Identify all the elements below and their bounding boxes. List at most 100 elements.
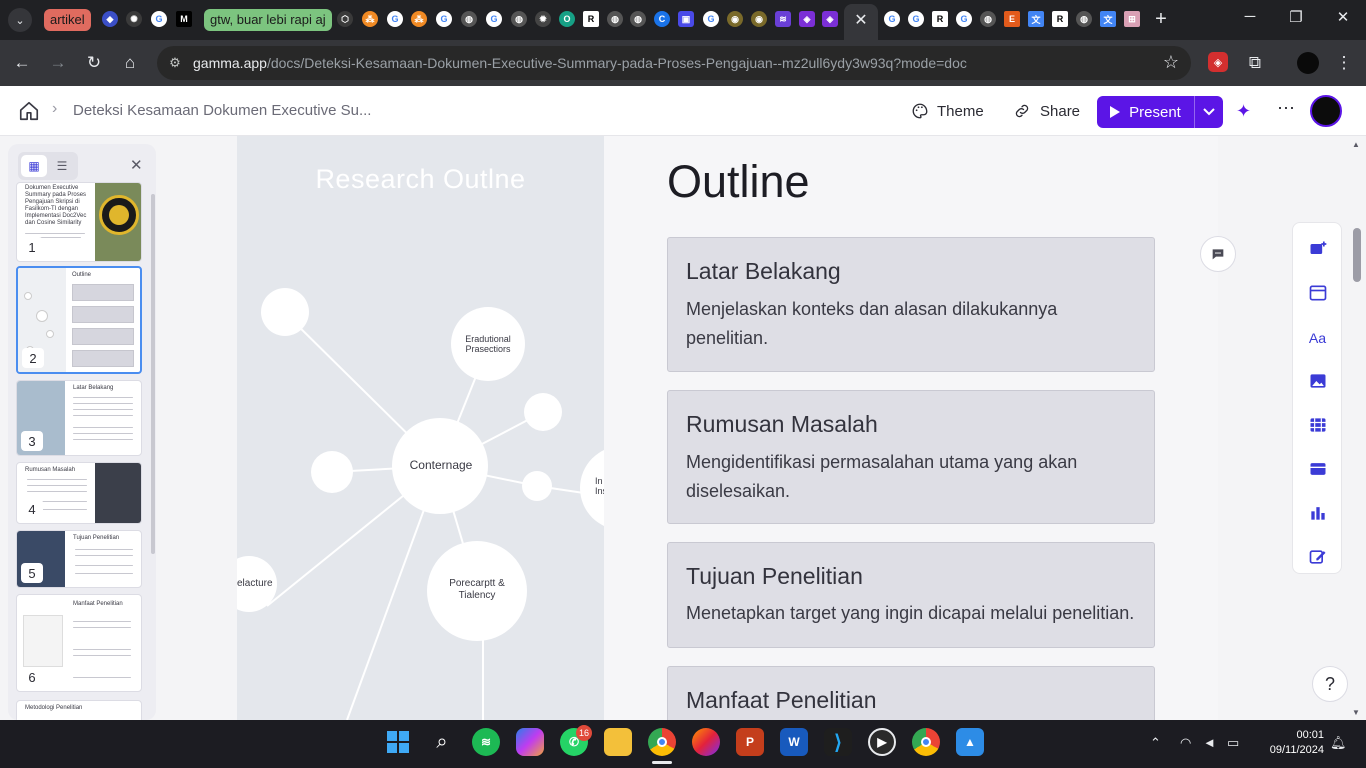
- system-clock[interactable]: 00:01 09/11/2024: [1258, 728, 1324, 758]
- slide-thumb-3[interactable]: Latar Belakang 3: [16, 380, 142, 456]
- outline-item-latar-belakang[interactable]: Latar Belakang Menjelaskan konteks dan a…: [667, 237, 1155, 372]
- vscode-icon[interactable]: ⟩: [824, 728, 852, 756]
- slide-thumb-6[interactable]: Manfaat Penelitian 6: [16, 594, 142, 692]
- tab-group-artikel[interactable]: artikel: [44, 9, 91, 31]
- copilot-icon[interactable]: [516, 728, 544, 756]
- google-favicon[interactable]: G: [908, 11, 924, 27]
- tab-favicon[interactable]: ✹: [535, 11, 551, 27]
- volume-icon[interactable]: ◄: [1203, 735, 1216, 750]
- google-favicon[interactable]: G: [703, 11, 719, 27]
- user-avatar[interactable]: [1310, 95, 1342, 127]
- doc-title[interactable]: Deteksi Kesamaan Dokumen Executive Su...: [73, 102, 371, 119]
- outline-item-tujuan-penelitian[interactable]: Tujuan Penelitian Menetapkan target yang…: [667, 542, 1155, 648]
- outline-item-title[interactable]: Manfaat Penelitian: [686, 687, 877, 714]
- tab-favicon[interactable]: ◉: [727, 11, 743, 27]
- media-player-icon[interactable]: ▶: [868, 728, 896, 756]
- slide-thumb-4[interactable]: Rumusan Masalah 4: [16, 462, 142, 524]
- home-icon[interactable]: ⌂: [119, 52, 141, 74]
- globe-favicon[interactable]: ◍: [461, 11, 477, 27]
- tab-favicon[interactable]: ⁂: [411, 11, 427, 27]
- tab-favicon[interactable]: E: [1004, 11, 1020, 27]
- outline-item-title[interactable]: Rumusan Masalah: [686, 411, 878, 438]
- outline-item-description[interactable]: Menetapkan target yang ingin dicapai mel…: [686, 599, 1141, 628]
- chart-icon[interactable]: [1308, 503, 1328, 523]
- slide-thumb-1[interactable]: Dokumen Executive Summary pada Proses Pe…: [16, 182, 142, 262]
- present-options-chevron-icon[interactable]: [1194, 96, 1223, 128]
- outline-item-rumusan-masalah[interactable]: Rumusan Masalah Mengidentifikasi permasa…: [667, 390, 1155, 524]
- globe-favicon[interactable]: ◍: [630, 11, 646, 27]
- outline-item-description[interactable]: Mengidentifikasi permasalahan utama yang…: [686, 448, 1141, 506]
- present-button[interactable]: Present: [1097, 96, 1223, 128]
- researchgate-favicon[interactable]: R: [583, 11, 599, 27]
- restore-icon[interactable]: ❐: [1286, 8, 1306, 26]
- page-scroll-thumb[interactable]: [1353, 228, 1361, 282]
- edit-form-icon[interactable]: [1308, 547, 1328, 567]
- tab-favicon[interactable]: ⁂: [362, 11, 378, 27]
- chrome-profile-icon[interactable]: [912, 728, 940, 756]
- tab-favicon[interactable]: O: [559, 11, 575, 27]
- google-favicon[interactable]: G: [956, 11, 972, 27]
- close-sidebar-icon[interactable]: ✕: [130, 156, 143, 174]
- minimize-icon[interactable]: ─: [1240, 8, 1260, 25]
- comment-button[interactable]: [1200, 236, 1236, 272]
- home-icon[interactable]: [18, 100, 40, 122]
- new-tab-icon[interactable]: +: [1150, 8, 1172, 31]
- gamma-favicon[interactable]: ◈: [822, 11, 838, 27]
- extension-icon[interactable]: ◈: [1208, 52, 1228, 72]
- researchgate-favicon[interactable]: R: [932, 11, 948, 27]
- more-options-icon[interactable]: ⋯: [1276, 98, 1296, 119]
- slide-thumb-7[interactable]: Metodologi Penelitian: [16, 700, 142, 720]
- search-icon[interactable]: ⌕: [428, 728, 456, 756]
- tab-favicon[interactable]: ⊞: [1124, 11, 1140, 27]
- tab-favicon[interactable]: ≋: [775, 11, 791, 27]
- file-explorer-icon[interactable]: [604, 728, 632, 756]
- layout-icon[interactable]: [1308, 283, 1328, 303]
- slide-thumb-2[interactable]: Outline 2: [16, 266, 142, 374]
- forward-icon[interactable]: →: [47, 52, 69, 74]
- close-tab-icon[interactable]: ✕: [852, 10, 870, 30]
- tab-favicon[interactable]: C: [654, 11, 670, 27]
- tab-favicon[interactable]: ◉: [751, 11, 767, 27]
- theme-button[interactable]: Theme: [911, 100, 984, 122]
- chrome-icon[interactable]: [648, 728, 676, 756]
- list-view-icon[interactable]: ☰: [49, 155, 75, 177]
- embed-icon[interactable]: [1308, 459, 1328, 479]
- spotify-icon[interactable]: ≋: [472, 728, 500, 756]
- tab-favicon[interactable]: ⬡: [337, 11, 353, 27]
- add-card-icon[interactable]: [1308, 239, 1328, 259]
- extensions-puzzle-icon[interactable]: ⧉: [1244, 52, 1266, 74]
- help-button[interactable]: ?: [1312, 666, 1348, 702]
- outline-heading[interactable]: Outline: [667, 156, 810, 208]
- translate-favicon[interactable]: 文: [1028, 11, 1044, 27]
- translate-favicon[interactable]: 文: [1100, 11, 1116, 27]
- photos-icon[interactable]: ▲: [956, 728, 984, 756]
- sidebar-scrollbar[interactable]: [151, 194, 155, 554]
- page-scrollbar[interactable]: ▲ ▼: [1350, 140, 1362, 720]
- google-favicon[interactable]: G: [436, 11, 452, 27]
- powerpoint-icon[interactable]: P: [736, 728, 764, 756]
- maps-favicon[interactable]: ◆: [102, 11, 118, 27]
- scroll-up-icon[interactable]: ▲: [1352, 140, 1360, 149]
- browser-menu-icon[interactable]: ⋮: [1333, 52, 1355, 74]
- firefox-icon[interactable]: [692, 728, 720, 756]
- outline-item-title[interactable]: Latar Belakang: [686, 258, 841, 285]
- share-button[interactable]: Share: [1012, 100, 1080, 122]
- windows-start-icon[interactable]: [384, 728, 412, 756]
- google-favicon[interactable]: G: [387, 11, 403, 27]
- thumbnail-view-icon[interactable]: ▦: [21, 155, 47, 177]
- tab-favicon[interactable]: ▣: [678, 11, 694, 27]
- gamma-favicon[interactable]: ◈: [799, 11, 815, 27]
- outline-item-title[interactable]: Tujuan Penelitian: [686, 563, 863, 590]
- globe-favicon[interactable]: ◍: [980, 11, 996, 27]
- present-main[interactable]: Present: [1097, 96, 1193, 128]
- notification-bell-icon[interactable]: 🔔︎: [1330, 735, 1347, 751]
- researchgate-favicon[interactable]: R: [1052, 11, 1068, 27]
- image-icon[interactable]: [1308, 371, 1328, 391]
- word-icon[interactable]: W: [780, 728, 808, 756]
- globe-favicon[interactable]: ◍: [511, 11, 527, 27]
- ai-sparkle-icon[interactable]: ✦: [1236, 101, 1251, 122]
- tab-search-button[interactable]: ⌄: [8, 8, 32, 32]
- chatgpt-favicon[interactable]: ✺: [126, 11, 142, 27]
- google-favicon[interactable]: G: [151, 11, 167, 27]
- tray-overflow-chevron-icon[interactable]: ⌃: [1150, 735, 1161, 751]
